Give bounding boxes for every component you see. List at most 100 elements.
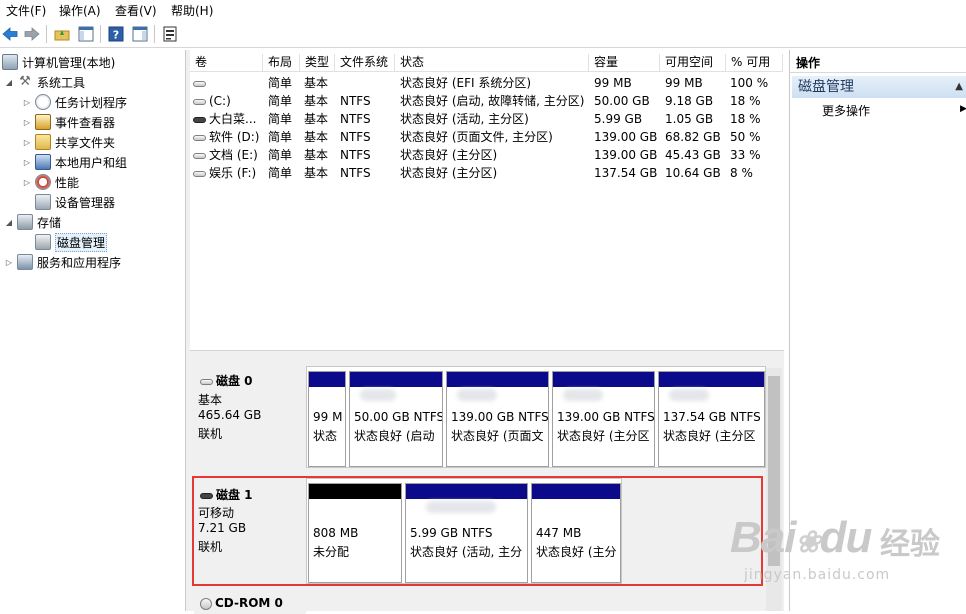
partition-d[interactable]: 139.00 GB NTFS 状态良好 (页面文 bbox=[446, 371, 549, 467]
device-manager-icon bbox=[35, 194, 51, 210]
vertical-scrollbar[interactable] bbox=[766, 368, 782, 611]
fs-cell: NTFS bbox=[340, 130, 371, 144]
partition-unallocated[interactable]: 808 MB 未分配 bbox=[308, 483, 402, 583]
help-icon[interactable]: ? bbox=[106, 24, 126, 44]
column-header-filesystem[interactable]: 文件系统 bbox=[335, 54, 395, 72]
tree-item-disk-management[interactable]: 磁盘管理 bbox=[35, 232, 108, 252]
expand-arrow-icon[interactable]: ▷ bbox=[22, 118, 32, 127]
tree-item-local-users[interactable]: ▷ 本地用户和组 bbox=[22, 152, 127, 172]
partition-447mb[interactable]: 447 MB 状态良好 (主分 bbox=[531, 483, 621, 583]
partition-size: 50.00 GB NTFS bbox=[354, 410, 443, 424]
column-header-type[interactable]: 类型 bbox=[300, 54, 335, 72]
column-header-layout[interactable]: 布局 bbox=[263, 54, 300, 72]
menu-file[interactable]: 文件(F) bbox=[4, 2, 48, 19]
expand-arrow-icon[interactable]: ▷ bbox=[22, 138, 32, 147]
percent-free-cell: 33 % bbox=[730, 148, 761, 162]
expand-arrow-icon[interactable]: ▷ bbox=[22, 178, 32, 187]
clock-icon bbox=[35, 94, 51, 110]
svg-text:?: ? bbox=[113, 29, 119, 42]
partition-bar bbox=[532, 484, 620, 499]
partition-bar bbox=[309, 484, 401, 499]
show-hide-tree-icon[interactable] bbox=[76, 24, 96, 44]
volume-name: 大白菜... bbox=[209, 112, 257, 126]
tree-item-services[interactable]: ▷ 服务和应用程序 bbox=[4, 252, 121, 272]
fs-cell: NTFS bbox=[340, 166, 371, 180]
actions-group-disk-management[interactable]: 磁盘管理 ▲ bbox=[792, 76, 966, 98]
type-cell: 基本 bbox=[304, 148, 329, 162]
actions-group-label: 磁盘管理 bbox=[798, 79, 854, 95]
partition-c[interactable]: 50.00 GB NTFS 状态良好 (启动 bbox=[349, 371, 443, 467]
column-header-capacity[interactable]: 容量 bbox=[589, 54, 660, 72]
properties-icon[interactable] bbox=[160, 24, 180, 44]
forward-arrow-icon[interactable] bbox=[22, 24, 42, 44]
tree-item-label: 任务计划程序 bbox=[55, 95, 128, 110]
partition-bar bbox=[447, 372, 548, 387]
partition-status: 状态良好 (主分 bbox=[536, 545, 617, 559]
partition-size: 447 MB bbox=[536, 526, 582, 540]
disk-0-partitions: 99 M 状态 50.00 GB NTFS 状态良好 (启动 139.00 GB… bbox=[306, 366, 766, 468]
expand-arrow-icon[interactable]: ▷ bbox=[22, 98, 32, 107]
up-folder-icon[interactable] bbox=[52, 24, 72, 44]
disk-1-label[interactable]: 磁盘 1 可移动 7.21 GB 联机 bbox=[194, 478, 306, 584]
removable-disk-icon bbox=[200, 492, 213, 499]
partition-size: 137.54 GB NTFS bbox=[663, 410, 761, 424]
removable-volume-icon bbox=[193, 116, 206, 123]
disk-management-icon bbox=[35, 234, 51, 250]
status-cell: 状态良好 (EFI 系统分区) bbox=[400, 76, 532, 90]
percent-free-cell: 18 % bbox=[730, 112, 761, 126]
partition-efi[interactable]: 99 M 状态 bbox=[308, 371, 346, 467]
menu-help[interactable]: 帮助(H) bbox=[169, 2, 215, 19]
partition-status: 状态良好 (主分区 bbox=[663, 429, 756, 443]
services-icon bbox=[17, 254, 33, 270]
collapse-triangle-icon[interactable]: ▲ bbox=[955, 76, 963, 98]
partition-bar bbox=[309, 372, 345, 387]
show-hide-action-pane-icon[interactable] bbox=[130, 24, 150, 44]
tree-item-task-scheduler[interactable]: ▷ 任务计划程序 bbox=[22, 92, 127, 112]
type-cell: 基本 bbox=[304, 76, 329, 90]
free-space-cell: 9.18 GB bbox=[665, 94, 714, 108]
submenu-arrow-icon[interactable]: ▶ bbox=[960, 104, 966, 114]
expand-arrow-icon[interactable]: ▷ bbox=[4, 258, 14, 267]
menu-view[interactable]: 查看(V) bbox=[113, 2, 159, 19]
partition-status: 状态良好 (主分区 bbox=[557, 429, 650, 443]
status-cell: 状态良好 (页面文件, 主分区) bbox=[400, 130, 553, 144]
expand-arrow-icon[interactable]: ▷ bbox=[22, 158, 32, 167]
partition-e[interactable]: 139.00 GB NTFS 状态良好 (主分区 bbox=[552, 371, 655, 467]
disk-0-label[interactable]: 磁盘 0 基本 465.64 GB 联机 bbox=[194, 366, 306, 468]
capacity-cell: 5.99 GB bbox=[594, 112, 643, 126]
tree-item-performance[interactable]: ▷ 性能 bbox=[22, 172, 79, 192]
layout-cell: 简单 bbox=[268, 148, 293, 162]
more-actions-link[interactable]: 更多操作 bbox=[822, 102, 870, 119]
partition-dabaicai[interactable]: 5.99 GB NTFS 状态良好 (活动, 主分 bbox=[405, 483, 528, 583]
menu-action[interactable]: 操作(A) bbox=[57, 2, 103, 19]
tree-item-device-manager[interactable]: 设备管理器 bbox=[35, 192, 115, 212]
column-header-percent-free[interactable]: % 可用 bbox=[726, 54, 783, 72]
partition-size: 139.00 GB NTFS bbox=[557, 410, 655, 424]
scrollbar-thumb[interactable] bbox=[768, 376, 780, 566]
partition-size: 139.00 GB NTFS bbox=[451, 410, 549, 424]
tree-item-system-tools[interactable]: ◢ ⚒ 系统工具 bbox=[4, 72, 85, 92]
layout-cell: 简单 bbox=[268, 112, 293, 126]
percent-free-cell: 100 % bbox=[730, 76, 769, 90]
storage-icon bbox=[17, 214, 33, 230]
back-arrow-icon[interactable] bbox=[0, 24, 20, 44]
column-header-status[interactable]: 状态 bbox=[395, 54, 589, 72]
tree-item-shared-folders[interactable]: ▷ 共享文件夹 bbox=[22, 132, 115, 152]
actions-pane: 操作 磁盘管理 ▲ 更多操作 ▶ bbox=[789, 50, 966, 611]
volume-icon bbox=[193, 134, 206, 141]
redacted-label bbox=[669, 389, 709, 401]
partition-f[interactable]: 137.54 GB NTFS 状态良好 (主分区 bbox=[658, 371, 765, 467]
tree-item-computer-management[interactable]: 计算机管理(本地) bbox=[2, 52, 115, 72]
column-header-volume[interactable]: 卷 bbox=[190, 54, 263, 72]
capacity-cell: 50.00 GB bbox=[594, 94, 650, 108]
collapse-arrow-icon[interactable]: ◢ bbox=[4, 218, 14, 227]
tree-item-storage[interactable]: ◢ 存储 bbox=[4, 212, 61, 232]
collapse-arrow-icon[interactable]: ◢ bbox=[4, 78, 14, 87]
tree-item-event-viewer[interactable]: ▷ 事件查看器 bbox=[22, 112, 115, 132]
percent-free-cell: 18 % bbox=[730, 94, 761, 108]
disk-state: 联机 bbox=[198, 427, 223, 441]
disk-size: 465.64 GB bbox=[198, 408, 262, 422]
percent-free-cell: 50 % bbox=[730, 130, 761, 144]
partition-size: 5.99 GB NTFS bbox=[410, 526, 493, 540]
column-header-free-space[interactable]: 可用空间 bbox=[660, 54, 726, 72]
